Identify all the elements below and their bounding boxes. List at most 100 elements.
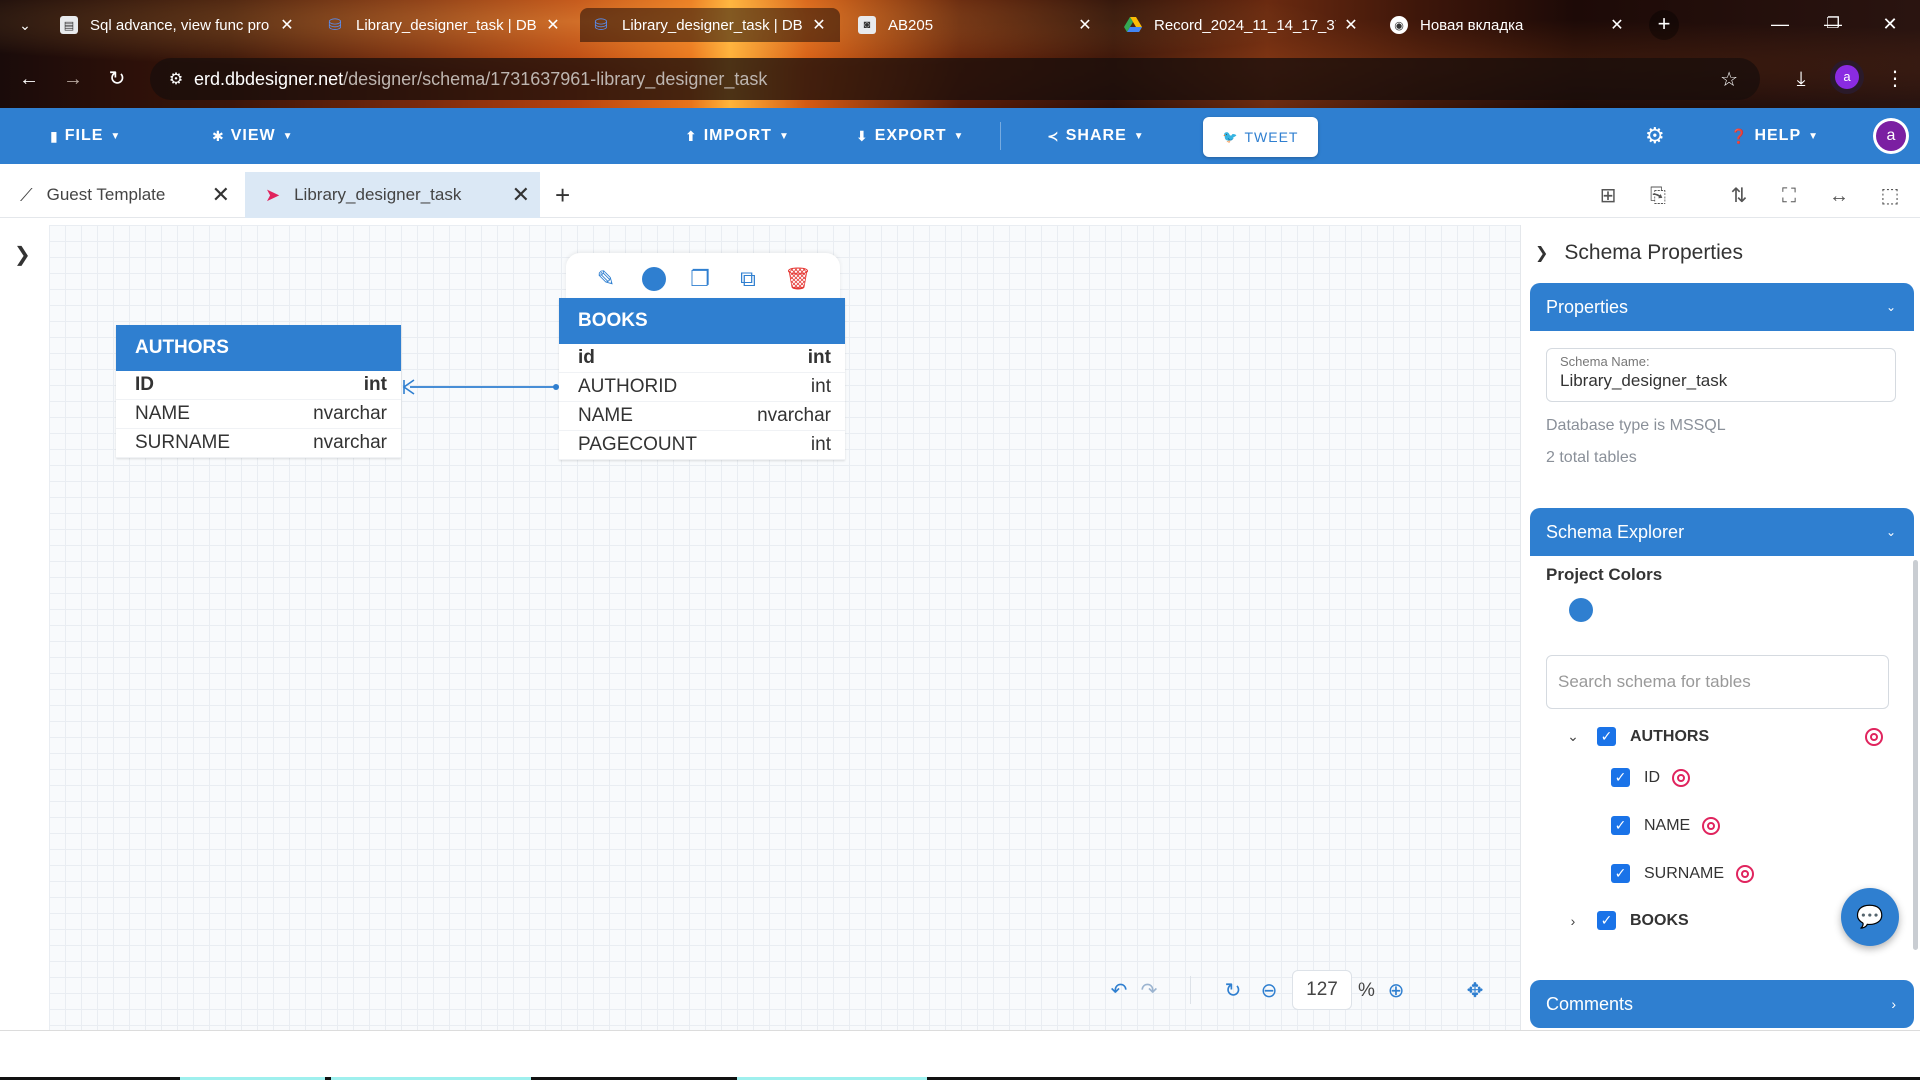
- site-info-icon[interactable]: ⚙: [158, 69, 194, 89]
- forward-arrow-icon[interactable]: →: [58, 64, 88, 94]
- back-arrow-icon[interactable]: ←: [14, 64, 44, 94]
- panel-scrollbar[interactable]: [1913, 560, 1918, 950]
- redo-icon[interactable]: ↷: [1136, 978, 1162, 1003]
- pan-move-icon[interactable]: ✥: [1462, 978, 1488, 1003]
- close-tab-icon[interactable]: ✕: [810, 15, 828, 35]
- delete-trash-icon[interactable]: 🗑: [784, 265, 812, 293]
- new-tab-plus-icon[interactable]: +: [1649, 10, 1679, 40]
- duplicate-icon[interactable]: ⧉: [734, 265, 762, 293]
- table-row[interactable]: NAME nvarchar: [116, 400, 401, 429]
- profile-icon: ◙: [858, 16, 876, 34]
- relationship-line[interactable]: [400, 375, 560, 405]
- close-window-icon[interactable]: ✕: [1865, 6, 1915, 42]
- minimize-window-icon[interactable]: —: [1755, 6, 1805, 42]
- table-row[interactable]: AUTHORID int: [559, 373, 845, 402]
- close-tab-icon[interactable]: ✕: [512, 182, 530, 208]
- chevron-right-icon[interactable]: ›: [1563, 913, 1583, 929]
- checkbox-checked[interactable]: ✓: [1597, 911, 1616, 930]
- help-menu-button[interactable]: ❓ HELP ▼: [1730, 108, 1819, 164]
- select-area-icon[interactable]: ⬚: [1876, 182, 1904, 210]
- project-color-swatch[interactable]: [1569, 598, 1593, 622]
- tree-item-column[interactable]: ✓ SURNAME: [1611, 864, 1755, 883]
- schema-explorer-accordion-header[interactable]: Schema Explorer ⌄: [1530, 508, 1914, 556]
- color-dot-icon[interactable]: [640, 265, 668, 293]
- address-bar[interactable]: ⚙ erd.dbdesigner.net/designer/schema/173…: [150, 58, 1760, 100]
- undo-icon[interactable]: ↶: [1106, 978, 1132, 1003]
- checkbox-checked[interactable]: ✓: [1611, 768, 1630, 787]
- target-locate-icon[interactable]: [1736, 864, 1755, 883]
- checkbox-checked[interactable]: ✓: [1611, 816, 1630, 835]
- add-note-icon[interactable]: ⎘: [1644, 182, 1672, 210]
- browser-menu-icon[interactable]: ⋮: [1880, 64, 1910, 94]
- comments-accordion-header[interactable]: Comments ›: [1530, 980, 1914, 1028]
- table-row[interactable]: SURNAME nvarchar: [116, 429, 401, 458]
- add-tab-plus-icon[interactable]: +: [555, 180, 570, 211]
- user-avatar[interactable]: a: [1873, 118, 1909, 154]
- tweet-button[interactable]: 🐦 TWEET: [1203, 117, 1318, 157]
- close-tab-icon[interactable]: ✕: [1076, 15, 1094, 35]
- table-books[interactable]: BOOKS id int AUTHORID int NAME nvarchar PAG…: [559, 298, 845, 460]
- close-tab-icon[interactable]: ✕: [1342, 15, 1360, 35]
- schema-name-field[interactable]: Schema Name: Library_designer_task: [1546, 348, 1896, 402]
- copy-icon[interactable]: ❐: [686, 265, 714, 293]
- close-tab-icon[interactable]: ✕: [1608, 15, 1626, 35]
- zoom-out-icon[interactable]: ⊖: [1256, 978, 1282, 1003]
- target-locate-icon[interactable]: [1672, 768, 1690, 787]
- gear-icon: ✱: [212, 127, 225, 144]
- table-header[interactable]: AUTHORS: [116, 325, 401, 371]
- doc-tab-library-designer-task[interactable]: ➤ Library_designer_task ✕: [245, 172, 540, 218]
- close-tab-icon[interactable]: ✕: [544, 15, 562, 35]
- zoom-in-icon[interactable]: ⊕: [1383, 978, 1409, 1003]
- table-header[interactable]: BOOKS: [559, 298, 845, 344]
- panel-title[interactable]: ❯ Schema Properties: [1535, 241, 1743, 265]
- file-menu-button[interactable]: ▮ FILE ▼: [50, 108, 121, 164]
- edit-pencil-icon[interactable]: ✎: [592, 265, 620, 293]
- table-row[interactable]: id int: [559, 344, 845, 373]
- fullscreen-icon[interactable]: ⛶: [1775, 182, 1803, 210]
- tree-item-books[interactable]: › ✓ BOOKS: [1563, 911, 1883, 930]
- export-menu-button[interactable]: ⬇ EXPORT ▼: [856, 108, 964, 164]
- schema-search-input[interactable]: Search schema for tables: [1546, 655, 1889, 709]
- reset-zoom-icon[interactable]: ↻: [1220, 978, 1246, 1003]
- browser-tab[interactable]: Record_2024_11_14_17_37 ✕: [1112, 8, 1372, 42]
- sort-icon[interactable]: ⇅: [1725, 182, 1753, 210]
- tab-list-chevron-icon[interactable]: ⌄: [10, 12, 40, 38]
- browser-tab[interactable]: ⛁ Library_designer_task | DB ✕: [314, 8, 574, 42]
- doc-tab-guest-template[interactable]: ⟋ Guest Template ✕: [0, 172, 240, 218]
- target-locate-icon[interactable]: [1865, 727, 1883, 746]
- tree-item-authors[interactable]: ⌄ ✓ AUTHORS: [1563, 727, 1883, 746]
- table-row[interactable]: PAGECOUNT int: [559, 431, 845, 460]
- expand-left-panel-chevron-icon[interactable]: ❯: [14, 242, 31, 267]
- import-menu-button[interactable]: ⬆ IMPORT ▼: [685, 108, 790, 164]
- target-locate-icon[interactable]: [1702, 816, 1721, 835]
- checkbox-checked[interactable]: ✓: [1611, 864, 1630, 883]
- tree-item-column[interactable]: ✓ ID: [1611, 768, 1690, 787]
- restore-window-icon[interactable]: ❐: [1808, 6, 1858, 42]
- close-tab-icon[interactable]: ✕: [278, 15, 296, 35]
- table-row[interactable]: ID int: [116, 371, 401, 400]
- zoom-level-input[interactable]: 127: [1292, 970, 1352, 1010]
- chevron-down-icon[interactable]: ⌄: [1563, 728, 1583, 745]
- view-menu-button[interactable]: ✱ VIEW ▼: [212, 108, 294, 164]
- fit-width-icon[interactable]: ↔: [1825, 182, 1853, 210]
- project-colors-label: Project Colors: [1546, 565, 1663, 584]
- table-authors[interactable]: AUTHORS ID int NAME nvarchar SURNAME nvarch…: [116, 325, 401, 458]
- browser-tab[interactable]: ◉ Новая вкладка ✕: [1378, 8, 1638, 42]
- table-row[interactable]: NAME nvarchar: [559, 402, 845, 431]
- browser-tab-title: AB205: [888, 16, 934, 34]
- settings-gear-icon[interactable]: ⚙: [1645, 108, 1666, 164]
- bookmark-star-icon[interactable]: ☆: [1720, 67, 1738, 92]
- download-icon[interactable]: ⤓: [1786, 64, 1816, 94]
- tree-item-column[interactable]: ✓ NAME: [1611, 816, 1721, 835]
- browser-profile-avatar[interactable]: a: [1830, 60, 1864, 94]
- browser-tab[interactable]: ▤ Sql advance, view func pro ✕: [48, 8, 308, 42]
- checkbox-checked[interactable]: ✓: [1597, 727, 1616, 746]
- reload-icon[interactable]: ↻: [102, 64, 132, 94]
- chat-support-button[interactable]: 💬: [1841, 888, 1899, 946]
- close-tab-icon[interactable]: ✕: [212, 182, 230, 208]
- browser-tab[interactable]: ◙ AB205 ✕: [846, 8, 1106, 42]
- add-table-icon[interactable]: ⊞: [1594, 182, 1622, 210]
- share-menu-button[interactable]: ≺ SHARE ▼: [1047, 108, 1145, 164]
- properties-accordion-header[interactable]: Properties ⌄: [1530, 283, 1914, 331]
- browser-tab-active[interactable]: ⛁ Library_designer_task | DB ✕: [580, 8, 840, 42]
